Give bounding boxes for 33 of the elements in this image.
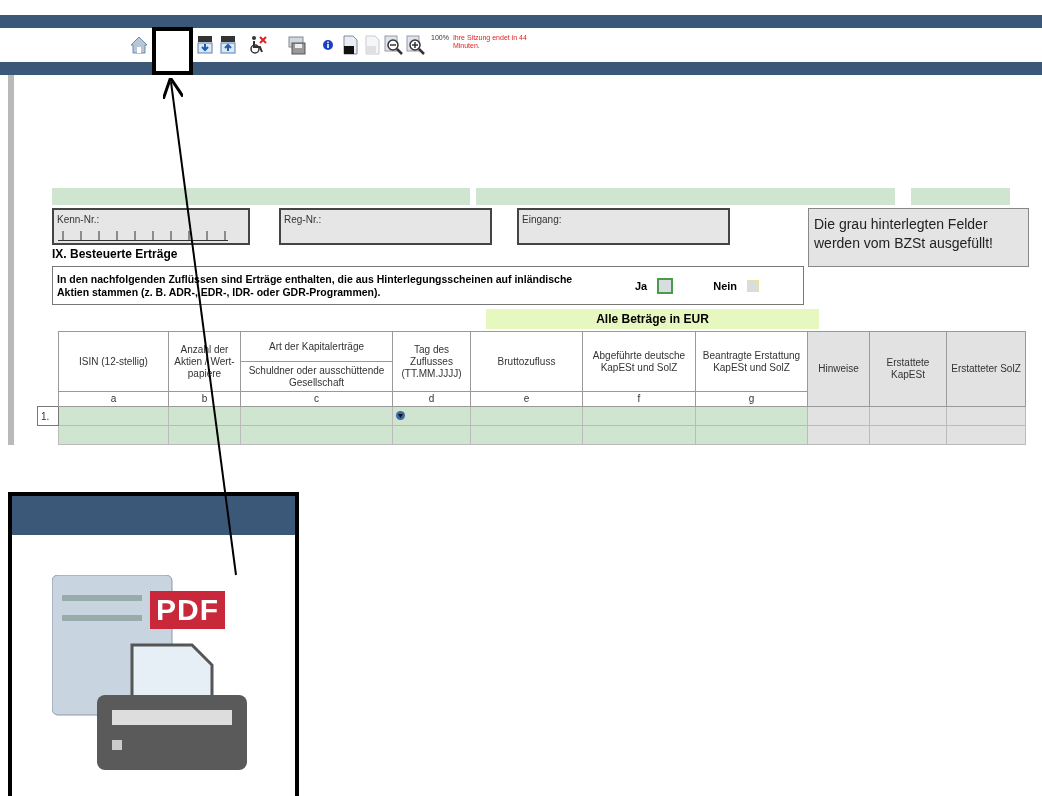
entry-field[interactable] bbox=[911, 188, 1010, 205]
field-label: Eingang: bbox=[522, 214, 562, 225]
currency-banner: Alle Beträge in EUR bbox=[486, 309, 819, 329]
home-icon[interactable] bbox=[128, 35, 149, 55]
column-subheader: Schuldner oder ausschüttende Gesellschaft bbox=[240, 361, 393, 392]
row-number: 1. bbox=[37, 406, 59, 426]
column-header: Bruttozufluss bbox=[470, 331, 583, 392]
entry-field[interactable] bbox=[52, 188, 470, 205]
checkbox[interactable] bbox=[657, 277, 674, 294]
column-header: Beantragte Erstattung KapESt und SolZ bbox=[695, 331, 808, 392]
column-header: Abgeführte deutsche KapESt und SolZ bbox=[582, 331, 696, 392]
option-label: Ja bbox=[635, 279, 648, 292]
zoom-out-icon[interactable] bbox=[384, 35, 404, 55]
field-label: Kenn-Nr.: bbox=[57, 214, 100, 225]
column-header: Hinweise bbox=[807, 331, 870, 407]
info-note: Die grau hinterlegten Felder werden vom BZSt ausgefüllt! bbox=[808, 208, 1029, 267]
column-header: Art der Kapitalerträge bbox=[240, 331, 393, 362]
zoom-in-icon[interactable] bbox=[406, 35, 426, 55]
save-icon[interactable] bbox=[287, 35, 307, 55]
entry-field[interactable] bbox=[476, 188, 895, 205]
page-icon[interactable] bbox=[340, 35, 360, 55]
option-label: Nein bbox=[713, 279, 738, 292]
column-header: ISIN (12-stellig) bbox=[58, 331, 169, 392]
section-title: IX. Besteuerte Erträge bbox=[51, 247, 179, 261]
dropdown-icon[interactable] bbox=[396, 410, 405, 420]
pdf-label: PDF bbox=[150, 591, 225, 629]
column-header: Erstattete KapESt bbox=[869, 331, 947, 407]
download-icon[interactable] bbox=[195, 35, 215, 55]
field-label: Reg-Nr.: bbox=[284, 214, 322, 225]
wheelchair-icon[interactable] bbox=[248, 35, 268, 55]
column-header: Tag des Zuflusses (TT.MM.JJJJ) bbox=[392, 331, 471, 392]
upload-icon[interactable] bbox=[218, 35, 238, 55]
column-header: Erstatteter SolZ bbox=[946, 331, 1026, 407]
